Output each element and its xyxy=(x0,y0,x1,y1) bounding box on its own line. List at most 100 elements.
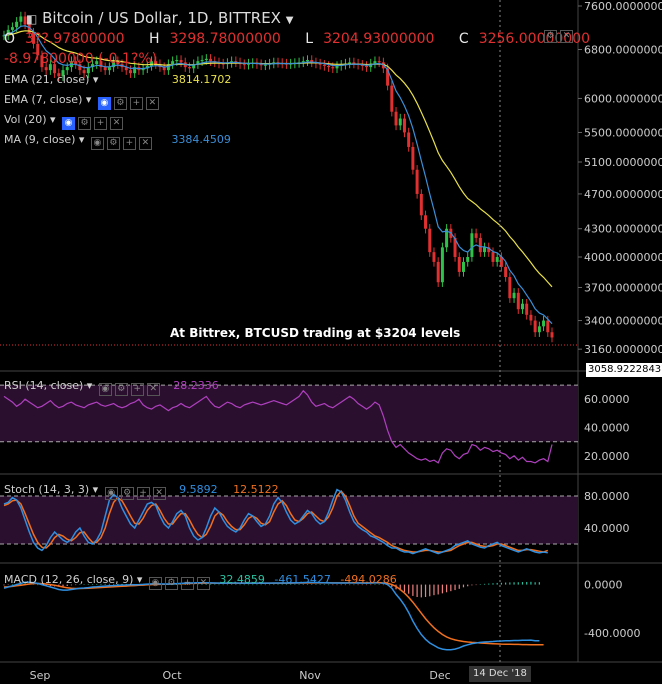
candle-body xyxy=(550,332,554,338)
indicator-ma9[interactable]: MA (9, close) ▾ ◉ ⚙ + ✕ 3384.4509 xyxy=(4,133,231,150)
price-tick-label: 4300.00000000 xyxy=(584,223,662,236)
macd-histogram-bar xyxy=(424,584,427,597)
ema21-label: EMA (21, close) xyxy=(4,73,90,86)
settings-icon[interactable]: ⚙ xyxy=(164,577,178,590)
time-tick-label: Dec xyxy=(429,669,450,682)
time-tick-label: Nov xyxy=(299,669,321,682)
close-icon[interactable]: ✕ xyxy=(145,97,159,110)
candle-body xyxy=(461,261,465,272)
candle-body xyxy=(187,67,191,69)
time-tick-label: Sep xyxy=(30,669,51,682)
candle-body xyxy=(306,59,310,62)
eye-icon[interactable]: ◉ xyxy=(98,383,112,396)
close-icon[interactable]: ✕ xyxy=(138,137,152,150)
settings-icon[interactable]: ⚙ xyxy=(106,137,120,150)
add-icon[interactable]: + xyxy=(136,487,150,500)
close-icon[interactable]: ✕ xyxy=(146,383,160,396)
settings-icon[interactable]: ⚙ xyxy=(544,30,557,43)
ohlc-readout: O 3??.97800000 H 3298.78000000 L 3204.93000… xyxy=(4,31,591,47)
eye-icon[interactable]: ◉ xyxy=(62,117,76,130)
candle-body xyxy=(15,21,19,28)
add-icon[interactable]: + xyxy=(180,577,194,590)
macd-histogram-bar xyxy=(496,582,498,585)
add-icon[interactable]: + xyxy=(129,97,143,110)
ma9-value: 3384.4509 xyxy=(171,133,231,146)
eye-icon[interactable]: ◉ xyxy=(104,487,118,500)
price-tick-label: 5100.00000000 xyxy=(584,156,662,169)
rsi-value: 28.2336 xyxy=(173,379,219,392)
macd-tick-label: -400.0000 xyxy=(584,627,640,640)
candle-body xyxy=(436,261,440,283)
candle-body xyxy=(179,59,183,63)
add-icon[interactable]: + xyxy=(122,137,136,150)
candle-body xyxy=(175,59,179,62)
close-icon[interactable]: ✕ xyxy=(110,117,124,130)
macd-histogram-bar xyxy=(458,584,460,589)
settings-icon[interactable]: ⚙ xyxy=(78,117,92,130)
indicator-ema7[interactable]: EMA (7, close) ▾ ◉ ⚙ + ✕ xyxy=(4,93,159,110)
candle-body xyxy=(533,320,537,333)
close-icon[interactable]: ✕ xyxy=(560,30,573,43)
settings-icon[interactable]: ⚙ xyxy=(114,383,128,396)
settings-icon[interactable]: ⚙ xyxy=(120,487,134,500)
settings-icon[interactable]: ⚙ xyxy=(113,97,127,110)
candle-body xyxy=(483,247,487,253)
price-tick-label: 6000.00000000 xyxy=(584,92,662,105)
macd-histogram-bar xyxy=(500,582,503,585)
indicator-stoch[interactable]: Stoch (14, 3, 3) ▾ ◉ ⚙ + ✕ 9.5892 12.5122 xyxy=(4,483,279,500)
macd-histogram-bar xyxy=(429,584,431,597)
eye-icon[interactable]: ◉ xyxy=(90,137,104,150)
macd-histogram-bar xyxy=(492,583,494,585)
add-icon[interactable]: + xyxy=(94,117,108,130)
candle-body xyxy=(440,247,444,283)
price-tick-label: 3400.00000000 xyxy=(584,315,662,328)
stoch-tick-label: 40.0000 xyxy=(584,522,630,535)
time-tick-label: Oct xyxy=(162,669,182,682)
candle-body xyxy=(327,65,331,68)
candle-body xyxy=(424,215,428,229)
candle-body xyxy=(457,256,461,272)
candle-body xyxy=(470,233,474,257)
candle-body xyxy=(65,67,69,71)
indicator-vol[interactable]: Vol (20) ▾ ◉ ⚙ + ✕ xyxy=(4,113,124,130)
indicator-ema21[interactable]: EMA (21, close) ▾ 3814.1702 xyxy=(4,73,231,87)
candle-body xyxy=(263,64,267,66)
macd-histogram-bar xyxy=(509,582,511,585)
macd-histogram-bar xyxy=(450,584,452,592)
add-icon[interactable]: + xyxy=(130,383,144,396)
candle-body xyxy=(331,67,335,69)
candle-body xyxy=(520,303,524,310)
eye-icon[interactable]: ◉ xyxy=(148,577,162,590)
macd-signal-line xyxy=(3,582,544,646)
indicator-rsi[interactable]: RSI (14, close) ▾ ◉ ⚙ + ✕ 28.2336 xyxy=(4,379,219,396)
macd-histogram-bar xyxy=(513,582,515,585)
candle-body xyxy=(525,303,529,315)
price-tick-label: 4000.00000000 xyxy=(584,251,662,264)
close-icon[interactable]: ✕ xyxy=(196,577,210,590)
eye-icon[interactable]: ◉ xyxy=(97,97,111,110)
chevron-down-icon[interactable]: ▼ xyxy=(286,15,294,26)
close-icon[interactable]: ✕ xyxy=(152,487,166,500)
candle-body xyxy=(19,16,23,22)
macd-histogram-bar xyxy=(475,584,477,586)
candle-body xyxy=(352,62,356,64)
stoch-band xyxy=(0,496,578,544)
macd-histogram-bar xyxy=(454,584,456,591)
candle-body xyxy=(432,252,436,262)
symbol-title: ◧ Bitcoin / US Dollar, 1D, BITTREX ▼ xyxy=(26,9,293,27)
candle-body xyxy=(390,85,394,112)
rsi-tick-label: 40.0000 xyxy=(584,422,630,435)
ema21-value: 3814.1702 xyxy=(171,73,232,86)
candle-body xyxy=(546,320,550,333)
candle-body xyxy=(474,233,478,238)
macd-histogram-bar xyxy=(521,582,524,585)
candle-body xyxy=(491,252,495,262)
rsi-tick-label: 20.0000 xyxy=(584,450,630,463)
candle-body xyxy=(428,228,432,253)
macd-line-value: -461.5427 xyxy=(274,573,331,586)
macd-hist-value: 32.4859 xyxy=(219,573,265,586)
indicator-macd[interactable]: MACD (12, 26, close, 9) ▾ ◉ ⚙ + ✕ 32.4859 -… xyxy=(4,573,397,590)
ma9-label: MA (9, close) xyxy=(4,133,76,146)
candle-body xyxy=(537,326,541,333)
macd-histogram-bar xyxy=(505,582,507,585)
